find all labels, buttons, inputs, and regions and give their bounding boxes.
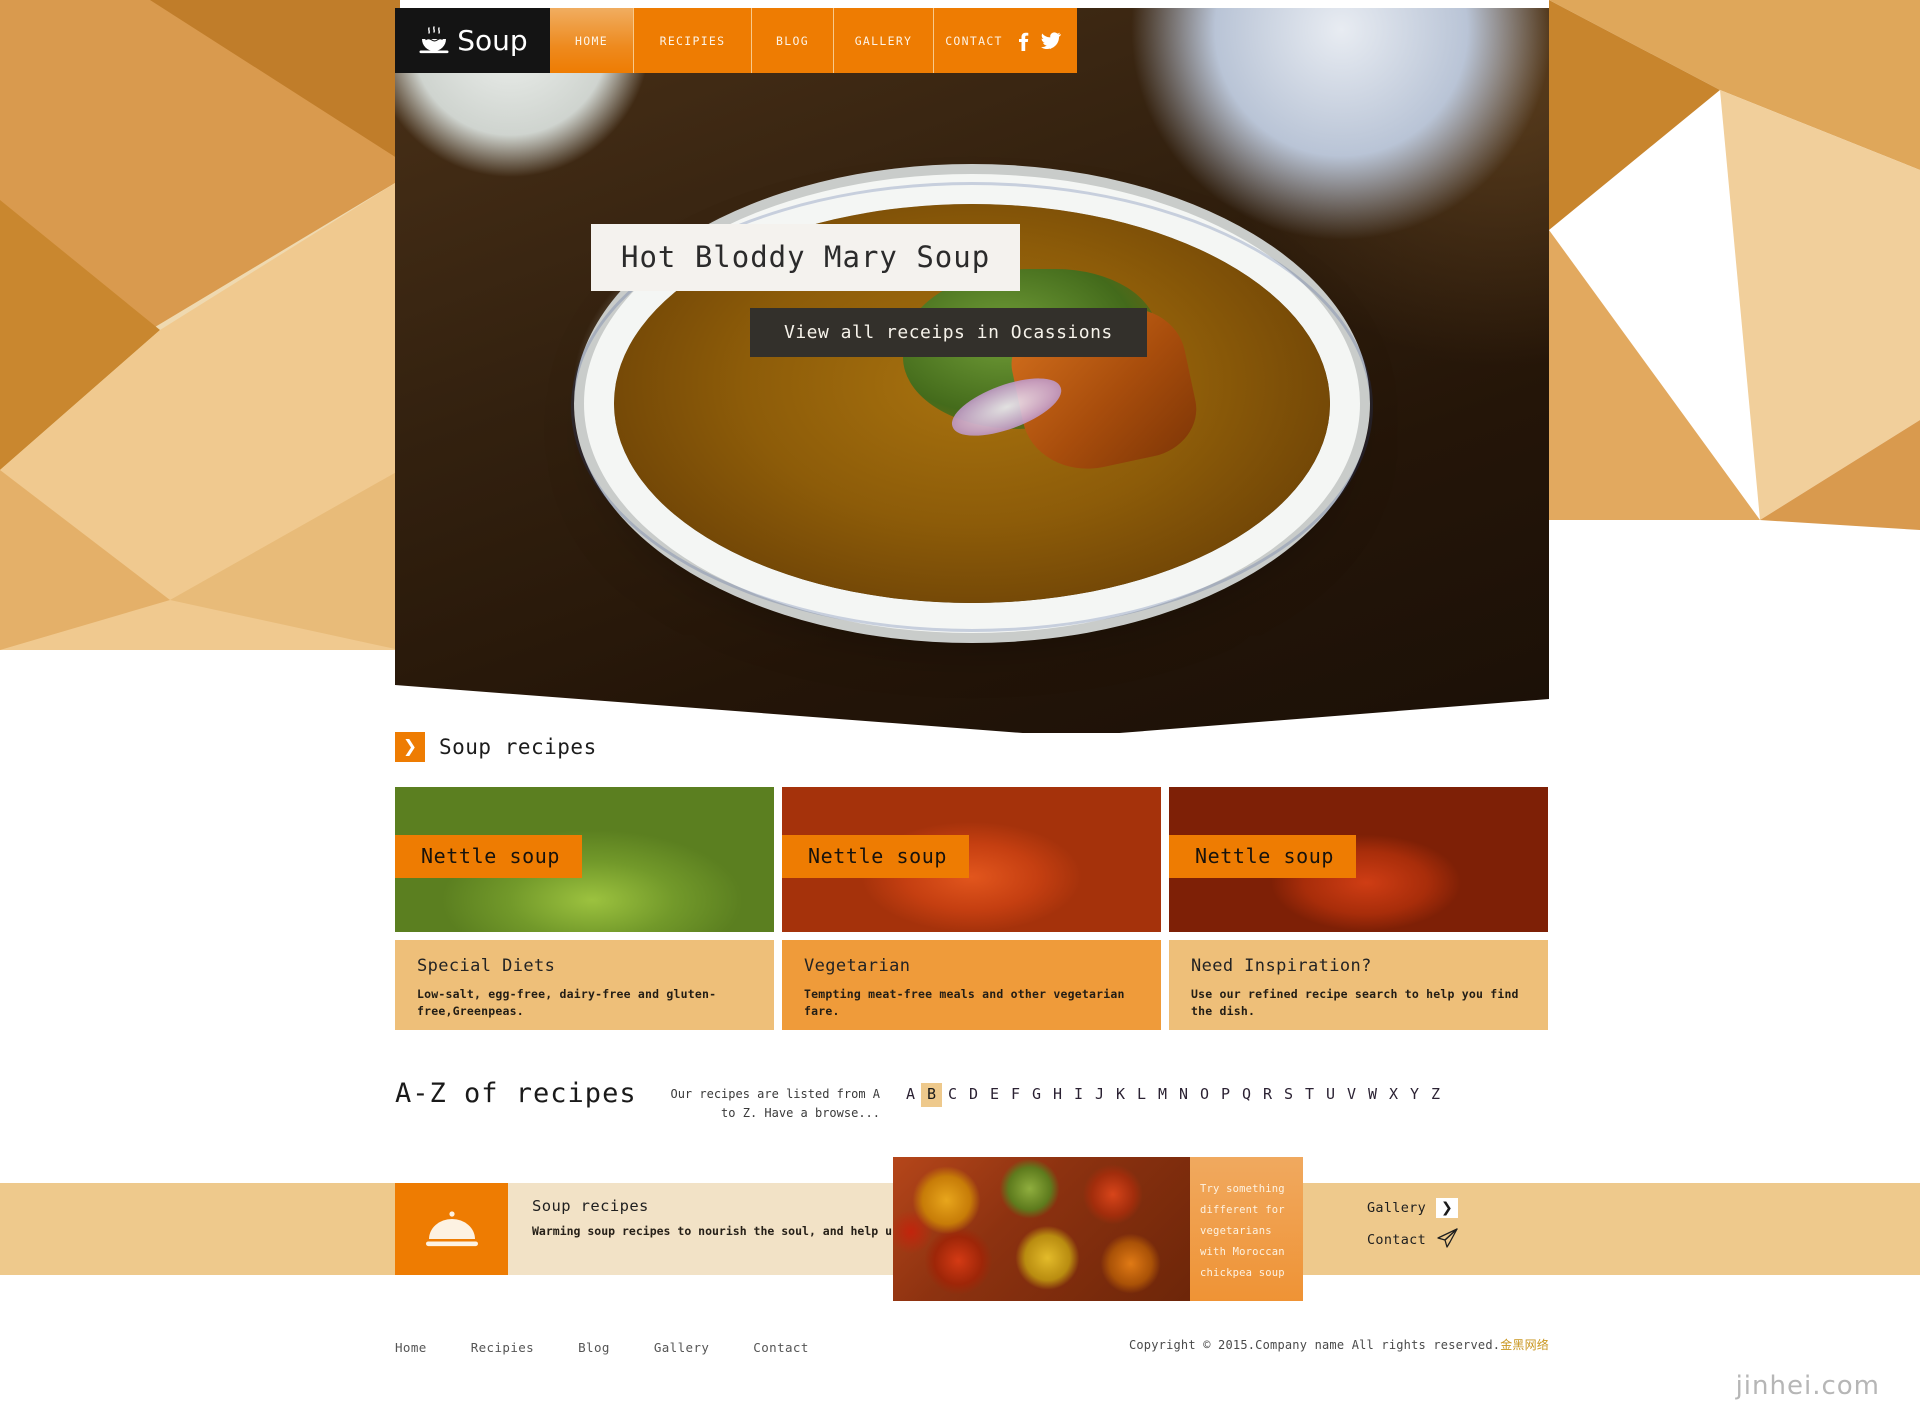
- az-letter-k[interactable]: K: [1110, 1083, 1131, 1107]
- az-letter-v[interactable]: V: [1341, 1083, 1362, 1107]
- az-letter-f[interactable]: F: [1005, 1083, 1026, 1107]
- footer-link-home[interactable]: Home: [395, 1340, 427, 1355]
- az-letter-t[interactable]: T: [1299, 1083, 1320, 1107]
- info-box-title: Special Diets: [417, 956, 556, 976]
- info-boxes: Special Diets Low-salt, egg-free, dairy-…: [395, 940, 1549, 1030]
- watermark: jinhei.com: [1735, 1371, 1880, 1401]
- soup-bowl-icon: [417, 25, 451, 56]
- az-letter-r[interactable]: R: [1257, 1083, 1278, 1107]
- info-box-text: Use our refined recipe search to help yo…: [1191, 987, 1519, 1018]
- az-letter-q[interactable]: Q: [1236, 1083, 1257, 1107]
- info-box-text: Tempting meat-free meals and other veget…: [804, 987, 1125, 1018]
- chevron-right-icon[interactable]: ❯: [395, 732, 425, 762]
- info-box-title: Vegetarian: [804, 956, 911, 976]
- recipe-card[interactable]: Nettle soup: [782, 787, 1161, 932]
- social-links: [1014, 8, 1077, 73]
- info-box-text: Low-salt, egg-free, dairy-free and glute…: [417, 987, 717, 1018]
- paper-plane-icon[interactable]: [1436, 1228, 1458, 1252]
- hero-title: Hot Bloddy Mary Soup: [591, 224, 1021, 291]
- footer-links: Home Recipies Blog Gallery Contact: [395, 1340, 809, 1355]
- hero-bottom-cut-right: [1069, 699, 1549, 733]
- hero-cta-button[interactable]: View all receips in Ocassions: [750, 308, 1147, 357]
- recipe-card[interactable]: Nettle soup: [395, 787, 774, 932]
- twitter-icon[interactable]: [1041, 32, 1061, 49]
- nav-item-blog[interactable]: BLOG: [752, 8, 834, 73]
- recipe-card-label: Nettle soup: [1169, 835, 1357, 878]
- az-letter-n[interactable]: N: [1173, 1083, 1194, 1107]
- az-note: Our recipes are listed from A to Z. Have…: [670, 1087, 880, 1120]
- promo-photo: [893, 1157, 1190, 1301]
- site-header: Soup HOME RECIPIES BLOG GALLERY CONTACT: [395, 8, 1077, 73]
- promo-link-label: Gallery: [1367, 1200, 1426, 1216]
- az-letter-d[interactable]: D: [963, 1083, 984, 1107]
- az-letter-z[interactable]: Z: [1425, 1083, 1446, 1107]
- recipe-cards: Nettle soup Nettle soup Nettle soup: [395, 787, 1549, 932]
- recipe-card-label: Nettle soup: [782, 835, 970, 878]
- chevron-right-icon[interactable]: ❯: [1436, 1198, 1458, 1218]
- az-letter-a[interactable]: A: [900, 1083, 921, 1107]
- recipe-card-label: Nettle soup: [395, 835, 583, 878]
- hero-bottom-cut-left: [395, 685, 1075, 733]
- food-cloche-icon: [395, 1183, 508, 1275]
- copyright-cn: 金黑网络: [1500, 1338, 1549, 1352]
- promo-section: Soup recipes Warming soup recipes to nou…: [395, 1157, 1549, 1301]
- az-letter-j[interactable]: J: [1089, 1083, 1110, 1107]
- brand-name: Soup: [457, 24, 528, 57]
- az-letter-w[interactable]: W: [1362, 1083, 1383, 1107]
- main-nav: HOME RECIPIES BLOG GALLERY CONTACT: [550, 8, 1077, 73]
- info-box-vegetarian[interactable]: Vegetarian Tempting meat-free meals and …: [782, 940, 1161, 1030]
- promo-link-label: Contact: [1367, 1232, 1426, 1248]
- az-letter-c[interactable]: C: [942, 1083, 963, 1107]
- footer-link-contact[interactable]: Contact: [753, 1340, 808, 1355]
- copyright: Copyright © 2015.Company name All rights…: [1129, 1336, 1549, 1353]
- info-box-need-inspiration[interactable]: Need Inspiration? Use our refined recipe…: [1169, 940, 1548, 1030]
- section-header-soup-recipes: ❯ Soup recipes: [395, 732, 597, 762]
- info-box-title: Need Inspiration?: [1191, 956, 1372, 976]
- promo-caption: Try something different for vegetarians …: [1190, 1157, 1303, 1301]
- az-letter-b[interactable]: B: [921, 1083, 942, 1107]
- az-letter-g[interactable]: G: [1026, 1083, 1047, 1107]
- facebook-icon[interactable]: [1018, 31, 1029, 51]
- info-box-special-diets[interactable]: Special Diets Low-salt, egg-free, dairy-…: [395, 940, 774, 1030]
- nav-item-contact[interactable]: CONTACT: [934, 8, 1014, 73]
- az-title: A-Z of recipes: [395, 1078, 637, 1109]
- az-letter-index: ABCDEFGHIJKLMNOPQRSTUVWXYZ: [900, 1083, 1500, 1107]
- az-letter-m[interactable]: M: [1152, 1083, 1173, 1107]
- recipe-card[interactable]: Nettle soup: [1169, 787, 1548, 932]
- promo-link-contact[interactable]: Contact: [1367, 1228, 1549, 1252]
- az-letter-o[interactable]: O: [1194, 1083, 1215, 1107]
- copyright-text: Copyright © 2015.Company name All rights…: [1128, 1338, 1501, 1352]
- az-letter-h[interactable]: H: [1047, 1083, 1068, 1107]
- az-letter-i[interactable]: I: [1068, 1083, 1089, 1107]
- nav-item-home[interactable]: HOME: [550, 8, 634, 73]
- hero-banner: [395, 8, 1549, 733]
- az-letter-x[interactable]: X: [1383, 1083, 1404, 1107]
- nav-item-gallery[interactable]: GALLERY: [834, 8, 934, 73]
- promo-link-gallery[interactable]: Gallery ❯: [1367, 1198, 1549, 1218]
- az-letter-p[interactable]: P: [1215, 1083, 1236, 1107]
- az-letter-u[interactable]: U: [1320, 1083, 1341, 1107]
- footer-link-gallery[interactable]: Gallery: [654, 1340, 709, 1355]
- section-title: Soup recipes: [439, 735, 597, 759]
- az-letter-e[interactable]: E: [984, 1083, 1005, 1107]
- az-letter-s[interactable]: S: [1278, 1083, 1299, 1107]
- az-letter-y[interactable]: Y: [1404, 1083, 1425, 1107]
- az-letter-l[interactable]: L: [1131, 1083, 1152, 1107]
- footer-link-blog[interactable]: Blog: [578, 1340, 610, 1355]
- footer-link-recipies[interactable]: Recipies: [471, 1340, 534, 1355]
- brand-logo[interactable]: Soup: [395, 8, 550, 73]
- nav-item-recipies[interactable]: RECIPIES: [634, 8, 752, 73]
- promo-links: Gallery ❯ Contact: [1303, 1183, 1549, 1275]
